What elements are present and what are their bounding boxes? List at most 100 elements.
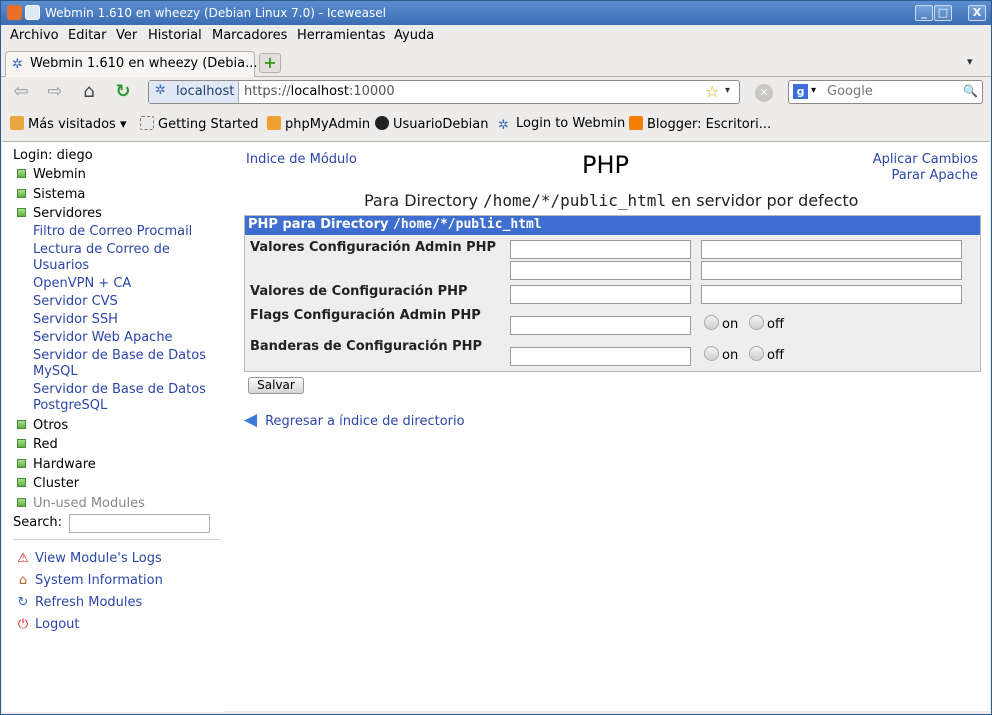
page-subtitle: Para Directory /home/*/public_html en se… bbox=[364, 191, 858, 210]
category-cluster[interactable]: Cluster bbox=[17, 476, 79, 491]
menu-ver[interactable]: Ver bbox=[116, 28, 137, 43]
google-engine-icon[interactable]: g bbox=[793, 84, 808, 99]
admin-flag-on-radio[interactable]: on bbox=[704, 315, 738, 332]
home-icon[interactable]: ⌂ bbox=[77, 81, 101, 103]
search-label: Search: bbox=[13, 515, 63, 530]
page-content: Login: diego Webmin Sistema Servidores F… bbox=[2, 141, 990, 712]
save-button[interactable]: Salvar bbox=[248, 377, 304, 394]
link-label: System Information bbox=[35, 573, 163, 588]
bookmark-login-to-webmin[interactable]: ✲ Login to Webmin bbox=[498, 116, 626, 133]
webmin-favicon-icon: ✲ bbox=[12, 57, 23, 72]
folder-icon bbox=[10, 116, 24, 130]
url-host: localhost bbox=[290, 84, 349, 99]
tux-icon bbox=[375, 116, 389, 130]
list-all-tabs-chevron-icon[interactable]: ▾ bbox=[967, 55, 973, 68]
window-menu-icon[interactable] bbox=[25, 5, 40, 20]
category-label: Otros bbox=[33, 418, 69, 433]
bookmark-mas-visitados[interactable]: Más visitados ▾ bbox=[10, 116, 127, 132]
config-flag-name-input[interactable] bbox=[510, 347, 691, 366]
bookmark-getting-started[interactable]: Getting Started bbox=[140, 116, 259, 132]
category-hardware[interactable]: Hardware bbox=[17, 457, 96, 472]
logout-link[interactable]: ⏻ Logout bbox=[15, 617, 80, 632]
apply-changes-link[interactable]: Aplicar Cambios bbox=[873, 152, 978, 167]
module-usermin-mail[interactable]: Lectura de Correo de Usuarios bbox=[33, 242, 218, 274]
search-bar[interactable]: g ▾ Google 🔍 bbox=[788, 80, 983, 104]
module-ssh[interactable]: Servidor SSH bbox=[33, 312, 218, 328]
forward-arrow-icon[interactable]: ⇨ bbox=[43, 81, 67, 103]
site-identity-label: localhost bbox=[176, 84, 235, 99]
admin-flag-name-input[interactable] bbox=[510, 316, 691, 335]
admin-value-name-input-1[interactable] bbox=[510, 240, 691, 259]
subtitle-path: /home/*/public_html bbox=[483, 191, 667, 210]
bookmark-star-icon[interactable]: ☆ bbox=[705, 82, 719, 101]
module-index-link[interactable]: Indice de Módulo bbox=[246, 152, 357, 167]
category-unused-modules[interactable]: Un-used Modules bbox=[17, 496, 145, 511]
login-label: Login: diego bbox=[13, 148, 93, 163]
search-engine-dropdown-icon[interactable]: ▾ bbox=[811, 85, 816, 96]
config-value-value-input[interactable] bbox=[701, 285, 962, 304]
view-logs-link[interactable]: ⚠ View Module's Logs bbox=[15, 551, 162, 566]
tab-bar: ✲ Webmin 1.610 en wheezy (Debia... + ▾ bbox=[1, 47, 991, 77]
module-procmail[interactable]: Filtro de Correo Procmail bbox=[33, 224, 218, 240]
menu-archivo[interactable]: Archivo bbox=[10, 28, 59, 43]
url-bar[interactable]: ✲ localhost https://localhost:10000 ☆ ▾ bbox=[148, 80, 740, 104]
stop-icon[interactable]: ✕ bbox=[755, 84, 773, 102]
reload-icon[interactable]: ↻ bbox=[111, 81, 135, 103]
menu-editar[interactable]: Editar bbox=[68, 28, 107, 43]
menu-marcadores[interactable]: Marcadores bbox=[212, 28, 287, 43]
category-label: Cluster bbox=[33, 476, 80, 491]
config-flag-on-radio[interactable]: on bbox=[704, 346, 738, 363]
bookmark-usuariodebian[interactable]: UsuarioDebian bbox=[375, 116, 488, 132]
menu-herramientas[interactable]: Herramientas bbox=[297, 28, 386, 43]
house-icon: ⌂ bbox=[18, 573, 28, 588]
category-otros[interactable]: Otros bbox=[17, 418, 68, 433]
tab-webmin[interactable]: ✲ Webmin 1.610 en wheezy (Debia... bbox=[5, 51, 258, 77]
link-label: View Module's Logs bbox=[35, 551, 162, 566]
module-postgresql[interactable]: Servidor de Base de Datos PostgreSQL bbox=[33, 382, 218, 414]
sidebar-divider bbox=[13, 539, 220, 540]
category-servidores[interactable]: Servidores bbox=[17, 206, 102, 221]
bookmark-label: Login to Webmin bbox=[516, 116, 626, 131]
category-red[interactable]: Red bbox=[17, 437, 58, 452]
url-text[interactable]: https://localhost:10000 bbox=[244, 84, 395, 99]
admin-value-value-input-1[interactable] bbox=[701, 240, 962, 259]
return-to-directory-index[interactable]: ◀ Regresar a índice de directorio bbox=[244, 410, 465, 430]
module-mysql[interactable]: Servidor de Base de Datos MySQL bbox=[33, 348, 218, 380]
config-flag-off-radio[interactable]: off bbox=[749, 346, 784, 363]
page-title: PHP bbox=[582, 151, 629, 179]
back-arrow-icon[interactable]: ⇦ bbox=[9, 81, 33, 103]
url-history-dropdown-icon[interactable]: ▾ bbox=[725, 85, 730, 96]
new-tab-button[interactable]: + bbox=[259, 53, 281, 73]
binoculars-search-icon[interactable]: 🔍 bbox=[963, 84, 978, 98]
radio-label: off bbox=[767, 348, 784, 363]
bookmark-label: phpMyAdmin bbox=[285, 117, 371, 132]
admin-value-name-input-2[interactable] bbox=[510, 261, 691, 280]
stop-apache-link[interactable]: Parar Apache bbox=[891, 168, 978, 183]
expand-box-icon bbox=[17, 478, 26, 487]
close-button[interactable]: X bbox=[968, 5, 986, 21]
module-apache[interactable]: Servidor Web Apache bbox=[33, 330, 218, 346]
menu-ayuda[interactable]: Ayuda bbox=[394, 28, 434, 43]
radio-circle bbox=[704, 315, 719, 330]
module-search-input[interactable] bbox=[69, 514, 210, 533]
admin-flag-off-radio[interactable]: off bbox=[749, 315, 784, 332]
site-identity-button[interactable]: ✲ localhost bbox=[149, 81, 239, 103]
maximize-button[interactable]: □ bbox=[934, 5, 952, 21]
bookmark-phpmyadmin[interactable]: phpMyAdmin bbox=[267, 116, 370, 132]
config-value-name-input[interactable] bbox=[510, 285, 691, 304]
category-webmin[interactable]: Webmin bbox=[17, 167, 86, 182]
system-information-link[interactable]: ⌂ System Information bbox=[15, 573, 163, 588]
main-panel: Indice de Módulo PHP Aplicar Cambios Par… bbox=[242, 142, 990, 712]
admin-value-value-input-2[interactable] bbox=[701, 261, 962, 280]
expand-box-icon bbox=[17, 208, 26, 217]
browser-window: Webmin 1.610 en wheezy (Debian Linux 7.0… bbox=[0, 0, 992, 715]
bookmarks-toolbar: Más visitados ▾ Getting Started phpMyAdm… bbox=[1, 113, 991, 135]
menu-bar: Archivo Editar Ver Historial Marcadores … bbox=[1, 25, 991, 47]
bookmark-blogger[interactable]: Blogger: Escritori... bbox=[629, 116, 771, 132]
menu-historial[interactable]: Historial bbox=[148, 28, 202, 43]
refresh-modules-link[interactable]: ↻ Refresh Modules bbox=[15, 595, 143, 610]
module-openvpn[interactable]: OpenVPN + CA bbox=[33, 276, 218, 292]
category-sistema[interactable]: Sistema bbox=[17, 187, 85, 202]
module-cvs[interactable]: Servidor CVS bbox=[33, 294, 218, 310]
minimize-button[interactable]: _ bbox=[915, 5, 933, 21]
